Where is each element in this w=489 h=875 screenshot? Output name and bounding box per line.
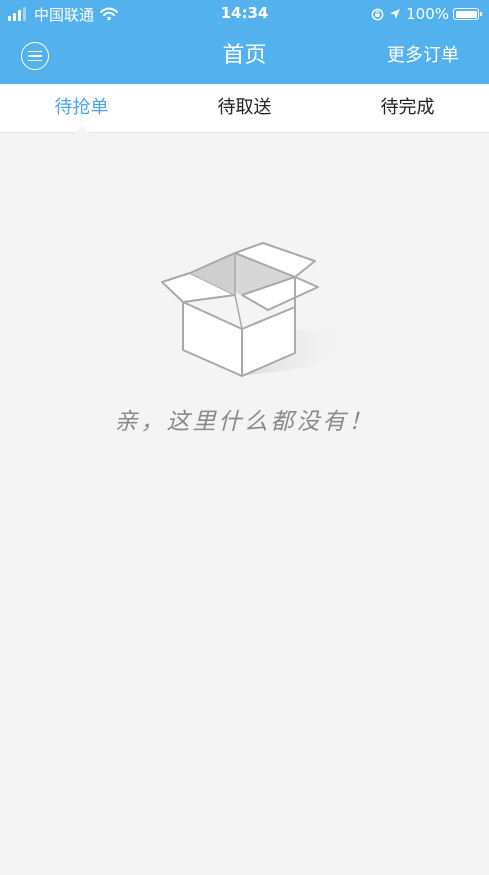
tab-pending-delivery[interactable]: 待取送 — [163, 84, 326, 132]
orientation-lock-icon — [371, 8, 384, 20]
status-right: 100% — [371, 4, 482, 24]
nav-bar: 首页 更多订单 — [0, 28, 489, 84]
status-bar: 中国联通 14:34 100% — [0, 0, 489, 28]
battery-icon — [453, 8, 482, 20]
app-header: 中国联通 14:34 100% 首页 更多订单 — [0, 0, 489, 84]
tab-pending-complete[interactable]: 待完成 — [326, 84, 489, 132]
more-orders-button[interactable]: 更多订单 — [387, 43, 459, 69]
battery-percent: 100% — [406, 5, 449, 23]
empty-state-message: 亲，这里什么都没有！ — [114, 409, 375, 435]
order-tabs: 待抢单 待取送 待完成 — [0, 84, 489, 133]
empty-box-icon — [161, 242, 360, 377]
tab-pending-grab[interactable]: 待抢单 — [0, 84, 163, 133]
location-icon — [390, 9, 401, 19]
